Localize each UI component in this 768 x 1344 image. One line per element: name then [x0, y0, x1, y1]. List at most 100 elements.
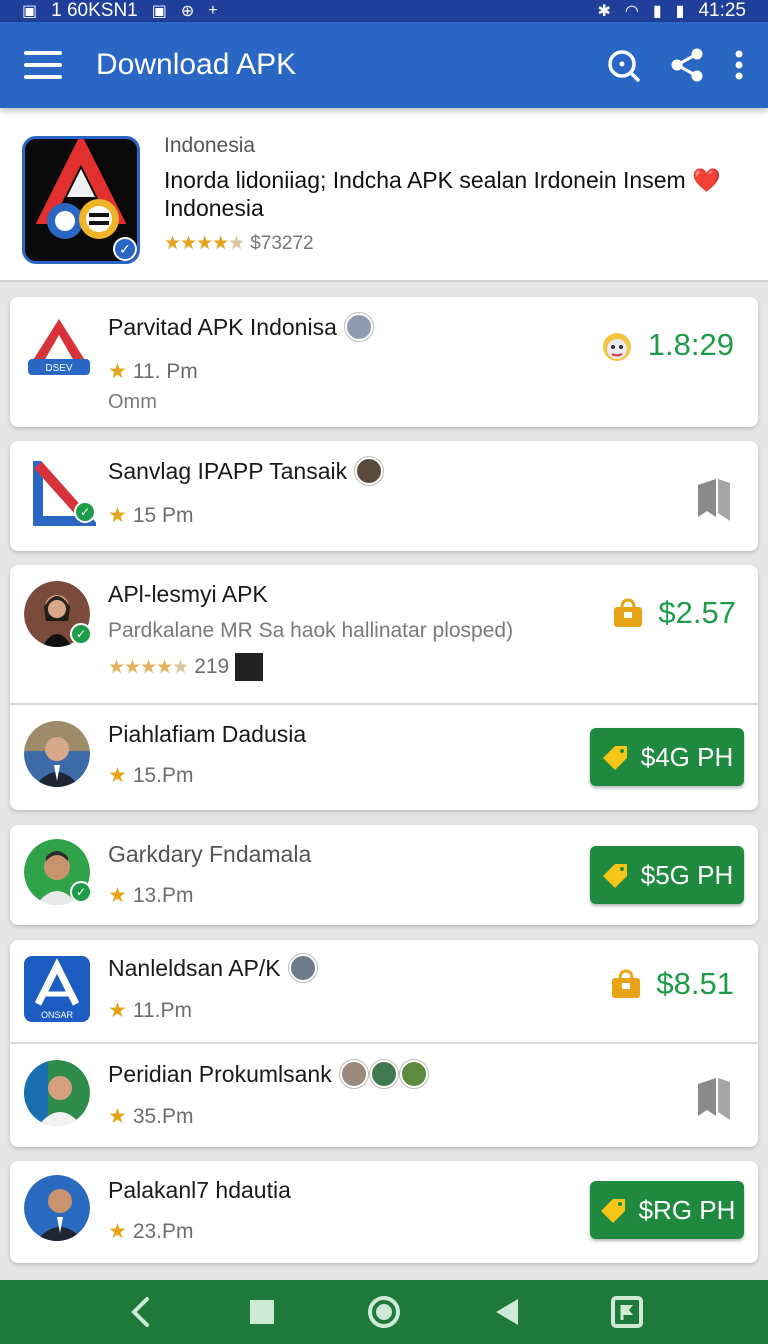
- buy-button[interactable]: $4G PH: [590, 728, 744, 786]
- star-icon: ★: [108, 504, 127, 527]
- bluetooth-icon: ✱: [597, 3, 611, 20]
- developer-avatar: [288, 954, 317, 982]
- signal-icon: ▮: [652, 3, 662, 20]
- app-card[interactable]: ✓ APl-lesmyi APK Pardkalane MR Sa haok h…: [10, 565, 758, 810]
- rating-stars-icon: ★★★★★: [164, 233, 245, 254]
- app-rating-text: 15.Pm: [132, 763, 194, 787]
- app-name-text: Nanleldsan AP/K: [108, 954, 281, 981]
- app-rating: ★ 11. Pm: [108, 359, 198, 384]
- list-item[interactable]: ONSAR Nanleldsan AP/K ★ 11.Pm $8.51: [10, 940, 758, 1042]
- navigation-bar: [0, 1280, 768, 1344]
- buy-button[interactable]: $5G PH: [590, 846, 744, 904]
- rating-stars-icon: ★★★★★: [108, 656, 189, 678]
- tag-icon: [600, 1199, 625, 1223]
- wifi-icon: ◠: [624, 3, 639, 20]
- star-icon: ★: [108, 1220, 127, 1243]
- battery-icon: ▮: [675, 3, 685, 20]
- app-name-text: APl-lesmyi APK: [108, 581, 268, 607]
- header-rating-value: $73272: [250, 232, 314, 254]
- developer-avatar: [369, 1060, 398, 1088]
- app-name: Sanvlag IPAPP Tansaik: [108, 457, 384, 485]
- mascot-icon: [602, 333, 631, 361]
- app-rating-text: 13.Pm: [132, 883, 194, 907]
- list-item[interactable]: Piahlafiam Dadusia ★ 15.Pm $4G PH: [10, 705, 758, 810]
- app-name-text: Peridian Prokumlsank: [108, 1060, 332, 1087]
- star-icon: ★: [108, 764, 127, 787]
- share-icon[interactable]: [670, 47, 704, 83]
- menu-icon[interactable]: [24, 51, 62, 79]
- back-icon[interactable]: [123, 1294, 159, 1330]
- header-country: Indonesia: [164, 134, 256, 157]
- tag-icon: [602, 864, 627, 888]
- app-rating-text: 23.Pm: [132, 1219, 194, 1243]
- app-icon-blue-a: ONSAR: [24, 956, 90, 1022]
- app-name-text: Garkdary Fndamala: [108, 841, 312, 867]
- app-card[interactable]: ✓ Garkdary Fndamala ★ 13.Pm $5G PH: [10, 825, 758, 925]
- more-options-icon[interactable]: [734, 49, 744, 81]
- app-rating: ★ 11.Pm: [108, 998, 192, 1023]
- app-card[interactable]: ONSAR Nanleldsan AP/K ★ 11.Pm $8.51 Peri…: [10, 940, 758, 1147]
- app-name-text: Palakanl7 hdautia: [108, 1177, 291, 1203]
- plus-icon: +: [208, 2, 218, 19]
- page-title: Download APK: [96, 48, 297, 81]
- buy-button-label: $5G PH: [640, 859, 734, 890]
- developer-avatar: [344, 313, 373, 341]
- dsev-logo-text: DSEV: [45, 363, 73, 374]
- search-icon[interactable]: [606, 48, 640, 82]
- sync-icon: ⊕: [180, 3, 195, 20]
- developer-avatar: [339, 1060, 368, 1088]
- developer-avatar: [355, 457, 384, 485]
- star-icon: ★: [108, 360, 127, 383]
- developer-avatar: [235, 653, 264, 681]
- home-icon[interactable]: [366, 1294, 402, 1330]
- app-rating: ★ 15 Pm: [108, 503, 194, 528]
- app-price-text: $2.57: [658, 595, 736, 630]
- stop-icon[interactable]: [244, 1294, 280, 1330]
- verified-check-icon: ✓: [70, 881, 92, 903]
- buy-button[interactable]: $RG PH: [590, 1181, 744, 1239]
- app-name: Palakanl7 hdautia: [108, 1177, 291, 1204]
- shopping-bag-icon: [614, 598, 643, 627]
- star-icon: ★: [108, 999, 127, 1022]
- app-price: 1.8:29: [600, 327, 734, 363]
- app-price-text: 1.8:29: [647, 327, 734, 362]
- buy-button-label: $4G PH: [640, 741, 734, 772]
- status-left-text: 1 60KSN1: [51, 0, 138, 21]
- app-card[interactable]: Palakanl7 hdautia ★ 23.Pm $RG PH: [10, 1161, 758, 1263]
- recents-triangle-icon[interactable]: [488, 1294, 524, 1330]
- app-avatar: ✓: [24, 839, 92, 905]
- featured-app-icon[interactable]: ✓: [22, 136, 140, 264]
- app-rating-text: 11.Pm: [132, 998, 192, 1022]
- app-card[interactable]: ✓ Sanvlag IPAPP Tansaik ★ 15 Pm: [10, 441, 758, 551]
- app-price: $8.51: [610, 966, 734, 1002]
- verified-check-icon: ✓: [70, 623, 92, 645]
- status-bar: ▣ 1 60KSN1 ▣ ⊕ + ✱ ◠ ▮ ▮ 41:25: [0, 0, 768, 22]
- status-time: 41:25: [698, 0, 746, 21]
- app-sub: Omm: [108, 391, 157, 413]
- header-title: Inorda lidoniiag; Indcha APK sealan Irdo…: [164, 167, 721, 221]
- flag-square-icon[interactable]: [609, 1294, 645, 1330]
- list-item[interactable]: ✓ APl-lesmyi APK Pardkalane MR Sa haok h…: [10, 565, 758, 703]
- verified-badge-icon: ✓: [113, 237, 137, 261]
- app-rating: ★ 13.Pm: [108, 883, 194, 908]
- star-icon: ★: [108, 884, 127, 907]
- app-avatar: [24, 1175, 90, 1241]
- list-item[interactable]: Peridian Prokumlsank ★ 35.Pm: [10, 1044, 758, 1147]
- shopping-bag-icon: [612, 969, 641, 998]
- bookmark-icon[interactable]: [694, 477, 734, 523]
- app-card[interactable]: DSEV Parvitad APK Indonisa ★ 11. Pm Omm …: [10, 297, 758, 427]
- app-rating: ★ 35.Pm: [108, 1104, 194, 1129]
- app-rating-text: 219: [194, 655, 230, 678]
- app-rating-text: 11. Pm: [132, 359, 198, 383]
- app-icon-triangle: ✓: [30, 451, 100, 527]
- app-rating: ★ 15.Pm: [108, 763, 194, 788]
- star-icon: ★: [108, 1105, 127, 1128]
- app-name: Nanleldsan AP/K: [108, 954, 317, 982]
- notification-icon: ▣: [22, 3, 38, 20]
- app-bar: Download APK: [0, 22, 768, 108]
- bookmark-icon[interactable]: [694, 1076, 734, 1122]
- app-price: $2.57: [612, 595, 736, 631]
- blue-a-logo-text: ONSAR: [41, 1010, 74, 1020]
- app-icon-dsev: DSEV: [26, 315, 92, 381]
- app-rating-text: 15 Pm: [132, 503, 194, 527]
